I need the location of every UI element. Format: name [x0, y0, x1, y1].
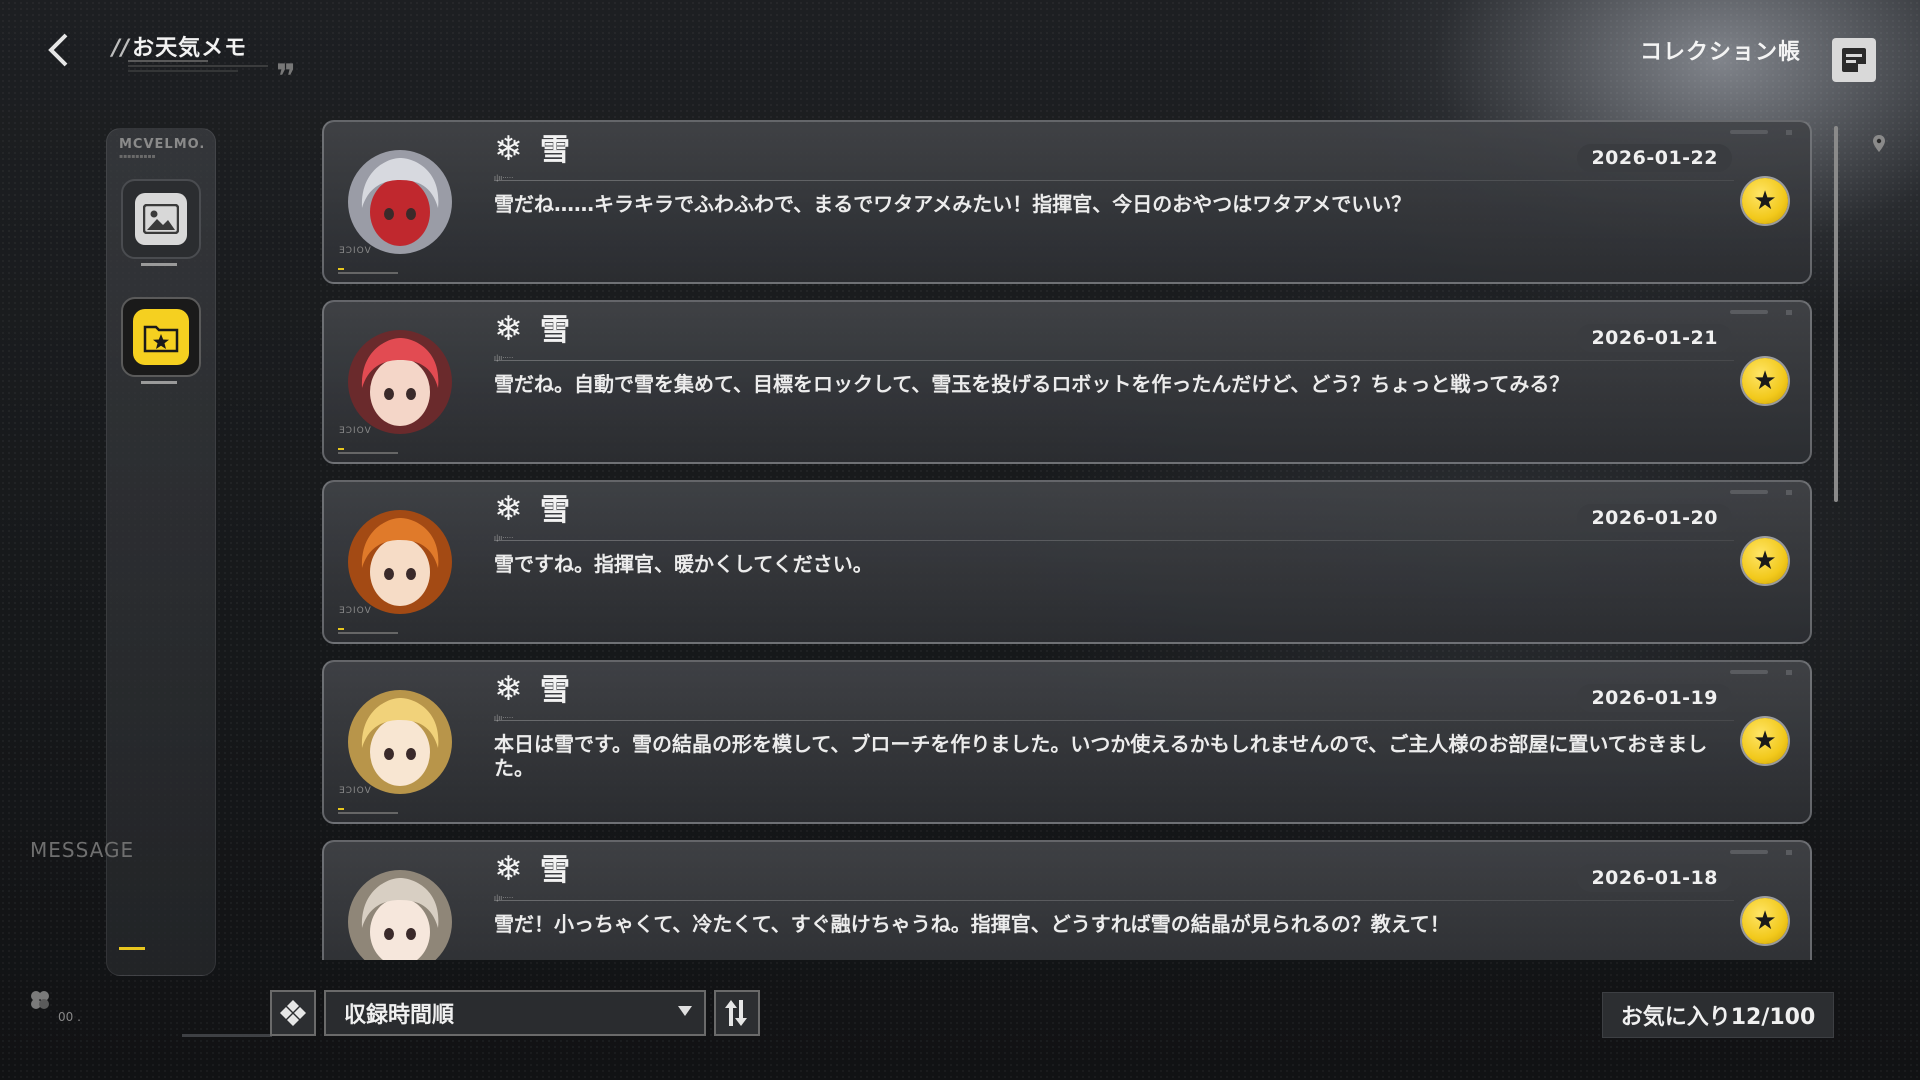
date-decoration	[1712, 850, 1792, 855]
card-divider	[494, 720, 1734, 721]
snowflake-icon: ❄	[494, 489, 523, 529]
page-title-text: お天気メモ	[132, 36, 248, 61]
voice-tag: VOICE	[338, 786, 371, 796]
sidebar-favorites-button[interactable]	[121, 297, 201, 377]
card-divider	[494, 540, 1734, 541]
sidebar-gallery-button[interactable]	[121, 179, 201, 259]
weather-name: 雪	[540, 313, 570, 348]
weather-name: 雪	[540, 673, 570, 708]
sort-order-button[interactable]	[714, 990, 760, 1036]
memo-card[interactable]: VOICE ❄ 雪 ı|ıı····· 2026-01-21 雪だね。自動で雪を…	[322, 300, 1812, 464]
favorite-count: お気に入り12/100	[1602, 992, 1834, 1038]
card-divider	[494, 180, 1734, 181]
back-button[interactable]	[38, 28, 78, 72]
card-decoration	[338, 268, 418, 276]
bottom-decoration	[182, 1034, 272, 1037]
star-icon: ★	[1753, 546, 1777, 576]
page-title: //お天気メモ	[112, 36, 248, 61]
character-avatar	[348, 510, 452, 614]
favorite-star-button[interactable]: ★	[1742, 538, 1788, 584]
memo-card[interactable]: VOICE ❄ 雪 ı|ıı····· 2026-01-22 雪だね……キラキラ…	[322, 120, 1812, 284]
date-decoration	[1712, 670, 1792, 675]
star-icon: ★	[1753, 906, 1777, 936]
card-divider	[494, 360, 1734, 361]
star-icon: ★	[1753, 726, 1777, 756]
favorite-star-button[interactable]: ★	[1742, 718, 1788, 764]
diamond-filter-icon	[280, 1000, 306, 1026]
memo-date: 2026-01-21	[1577, 324, 1732, 352]
sort-dropdown-value: 収録時間順	[344, 1003, 455, 1028]
star-folder-icon	[143, 325, 179, 353]
voice-tag: VOICE	[338, 246, 371, 256]
memo-message: 本日は雪です。雪の結晶の形を模して、ブローチを作りました。いつか使えるかもしれま…	[494, 732, 1708, 780]
character-avatar	[348, 150, 452, 254]
memo-card[interactable]: VOICE ❄ 雪 ı|ıı····· 2026-01-20 雪ですね。指揮官、…	[322, 480, 1812, 644]
memo-date: 2026-01-18	[1577, 864, 1732, 892]
notebook-icon	[1842, 48, 1866, 72]
weather-name: 雪	[540, 493, 570, 528]
title-decoration	[128, 60, 278, 84]
memo-date: 2026-01-22	[1577, 144, 1732, 172]
star-icon: ★	[1753, 366, 1777, 396]
chevron-down-icon	[678, 1006, 692, 1016]
message-side-label: MESSAGE	[30, 838, 135, 862]
sort-order-icon	[725, 1000, 747, 1026]
snowflake-icon: ❄	[494, 669, 523, 709]
memo-card[interactable]: VOICE ❄ 雪 ı|ıı····· 2026-01-19 本日は雪です。雪の…	[322, 660, 1812, 824]
favorite-star-button[interactable]: ★	[1742, 898, 1788, 944]
date-decoration	[1712, 310, 1792, 315]
sidebar-gallery-indicator	[141, 263, 177, 266]
image-icon	[143, 204, 179, 234]
sidebar-brand: MCVELMO.	[119, 137, 206, 152]
character-avatar	[348, 870, 452, 960]
sidebar-footer-bar	[119, 947, 145, 950]
quote-mark-icon: ❞	[276, 57, 296, 97]
chevron-left-icon	[48, 33, 68, 67]
voice-tag: VOICE	[338, 606, 371, 616]
memo-message: 雪だね。自動で雪を集めて、目標をロックして、雪玉を投げるロボットを作ったんだけど…	[494, 372, 1570, 396]
sort-dropdown[interactable]: 収録時間順	[324, 990, 706, 1036]
memo-message: 雪だね……キラキラでふわふわで、まるでワタアメみたい！指揮官、今日のおやつはワタ…	[494, 192, 1412, 216]
memo-date: 2026-01-20	[1577, 504, 1732, 532]
card-decoration	[338, 628, 418, 636]
snowflake-icon: ❄	[494, 309, 523, 349]
favorite-star-button[interactable]: ★	[1742, 178, 1788, 224]
collection-label[interactable]: コレクション帳	[1640, 34, 1801, 66]
memo-date: 2026-01-19	[1577, 684, 1732, 712]
collection-button[interactable]	[1832, 38, 1876, 82]
bottom-left-text: 00 .	[58, 1010, 81, 1024]
favorite-star-button[interactable]: ★	[1742, 358, 1788, 404]
snowflake-icon: ❄	[494, 849, 523, 889]
weather-memo-list[interactable]: VOICE ❄ 雪 ı|ıı····· 2026-01-22 雪だね……キラキラ…	[322, 120, 1816, 960]
memo-message: 雪ですね。指揮官、暖かくしてください。	[494, 552, 873, 576]
card-decoration	[338, 808, 418, 816]
sidebar-favorites-indicator	[141, 381, 177, 384]
filter-button[interactable]	[270, 990, 316, 1036]
sidebar-brand-sub: ▪▪▪▪▪▪▪▪▪	[119, 153, 156, 160]
snowflake-icon: ❄	[494, 129, 523, 169]
memo-card[interactable]: VOICE ❄ 雪 ı|ıı····· 2026-01-18 雪だ！小っちゃくて…	[322, 840, 1812, 960]
card-divider	[494, 900, 1734, 901]
voice-tag: VOICE	[338, 426, 371, 436]
weather-name: 雪	[540, 853, 570, 888]
character-avatar	[348, 690, 452, 794]
date-decoration	[1712, 130, 1792, 135]
weather-name: 雪	[540, 133, 570, 168]
memo-message: 雪だ！小っちゃくて、冷たくて、すぐ融けちゃうね。指揮官、どうすれば雪の結晶が見ら…	[494, 912, 1450, 936]
location-pin-icon	[1873, 135, 1885, 152]
date-decoration	[1712, 490, 1792, 495]
star-icon: ★	[1753, 186, 1777, 216]
card-decoration	[338, 448, 418, 456]
clover-icon	[31, 991, 49, 1009]
list-scrollbar[interactable]	[1834, 126, 1838, 502]
character-avatar	[348, 330, 452, 434]
